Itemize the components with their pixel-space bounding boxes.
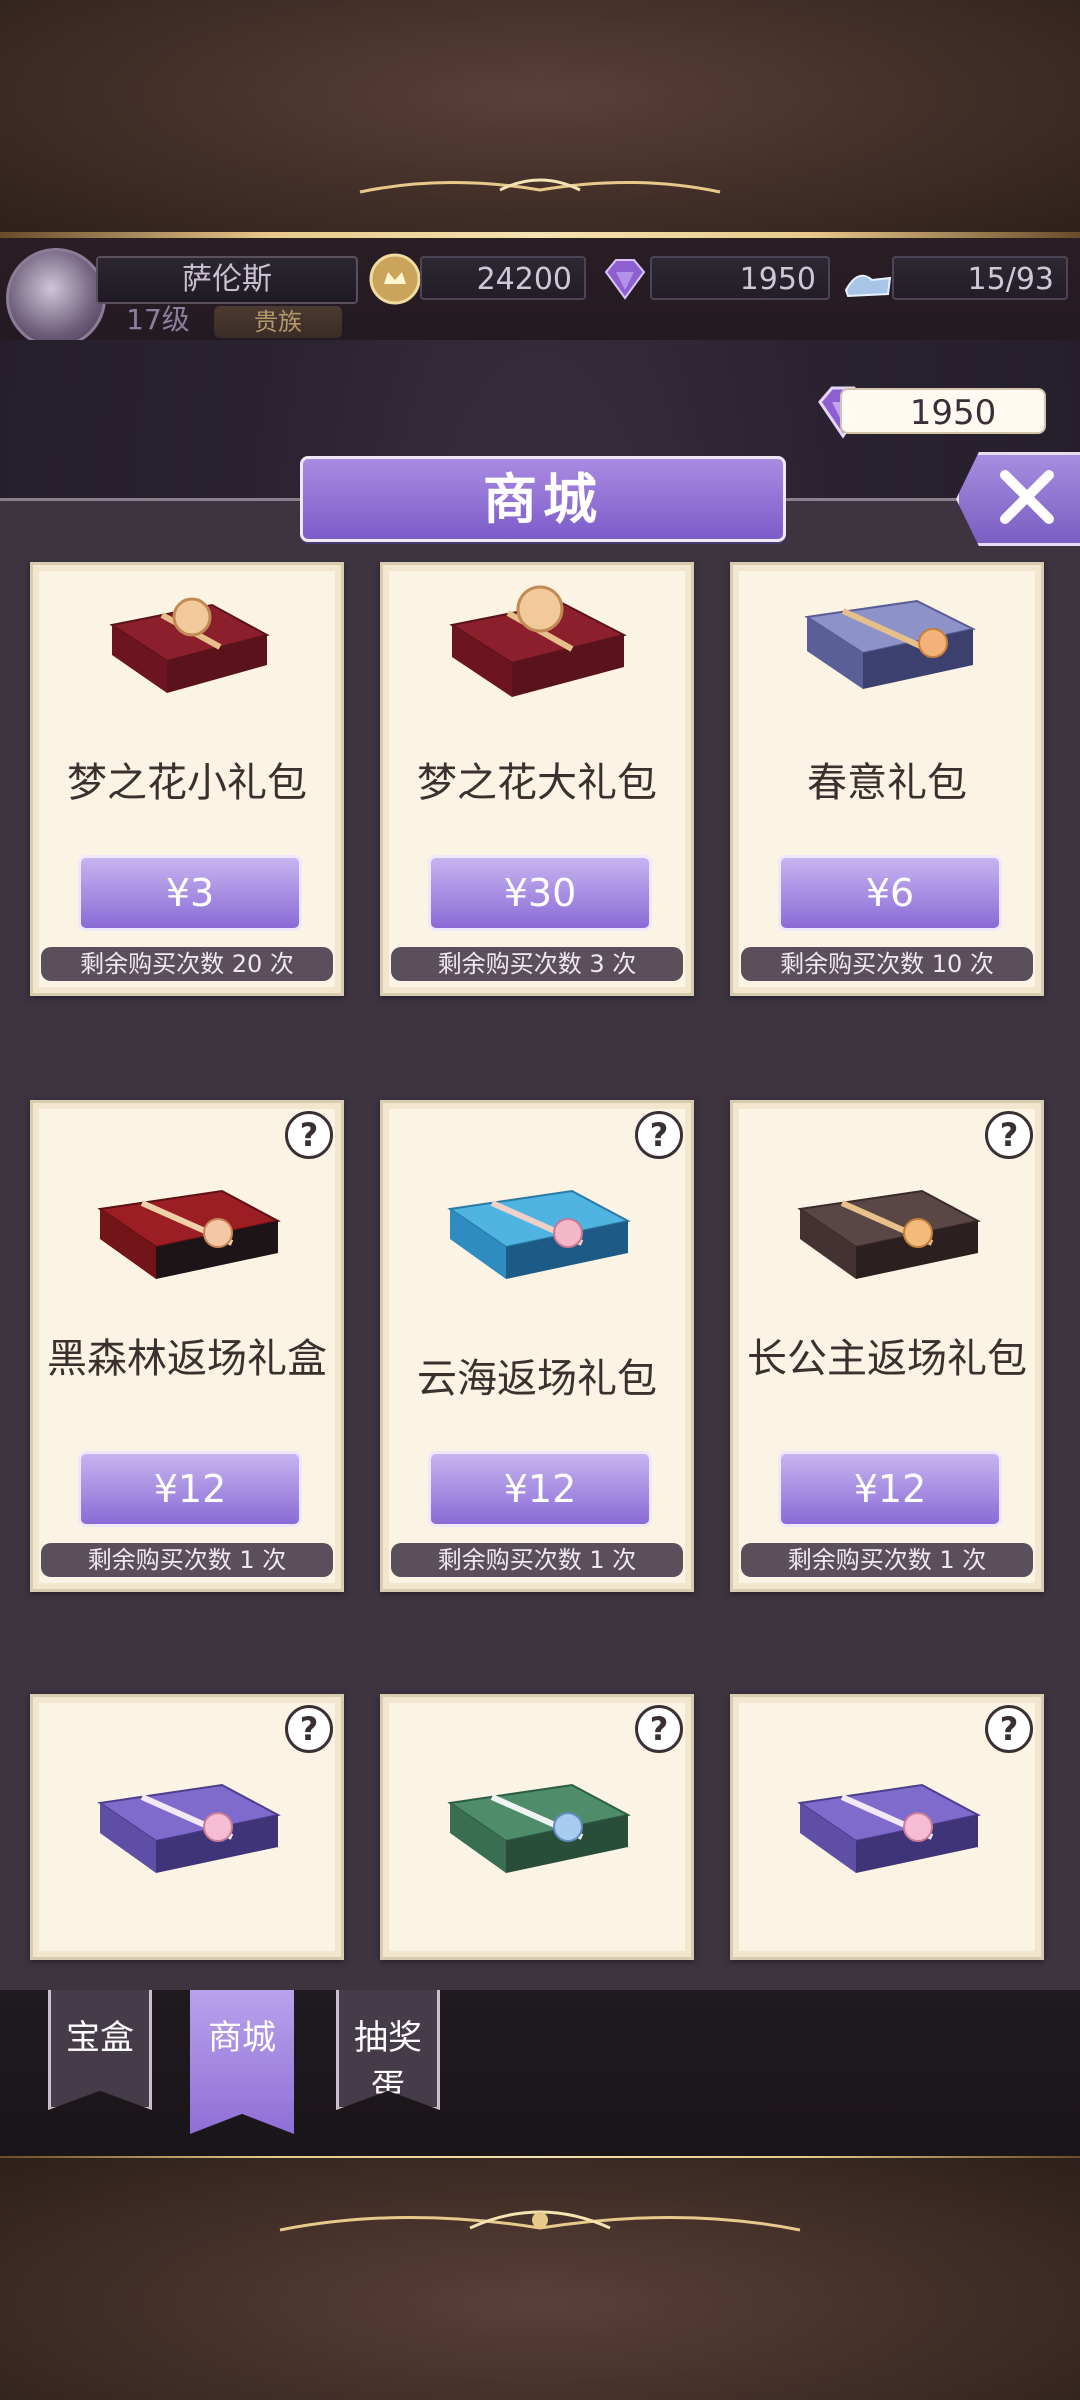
help-icon[interactable]: ? <box>285 1705 333 1753</box>
price-button[interactable]: ¥6 <box>778 855 1002 931</box>
gift-card-7[interactable]: ? <box>30 1694 344 1960</box>
card-title: 长公主返场礼包 <box>747 1336 1027 1382</box>
remain-count: 剩余购买次数 10 次 <box>741 947 1033 981</box>
green-gift-box-icon <box>447 1783 631 1873</box>
price-button[interactable]: ¥30 <box>428 855 652 931</box>
shop-title: 商城 <box>300 456 786 542</box>
bottom-tab-bar <box>0 1990 1080 2158</box>
remain-count: 剩余购买次数 1 次 <box>41 1543 333 1577</box>
help-icon[interactable]: ? <box>985 1111 1033 1159</box>
help-icon[interactable]: ? <box>635 1111 683 1159</box>
remain-count: 剩余购买次数 1 次 <box>741 1543 1033 1577</box>
price-button[interactable]: ¥12 <box>778 1451 1002 1527</box>
price-button[interactable]: ¥12 <box>78 1451 302 1527</box>
gem-counter-header: 1950 <box>650 256 830 300</box>
card-title: 黑森林返场礼盒 <box>47 1336 327 1382</box>
violet-gift-box-icon <box>797 1783 981 1873</box>
player-avatar[interactable] <box>6 248 106 348</box>
gift-card-5[interactable]: ? 云海返场礼包 ¥12 剩余购买次数 1 次 <box>380 1100 694 1592</box>
gift-card-1[interactable]: 梦之花小礼包 ¥3 剩余购买次数 20 次 <box>30 562 344 996</box>
top-decor-band <box>0 0 1080 238</box>
price-button[interactable]: ¥12 <box>428 1451 652 1527</box>
sky-blue-gift-box-icon <box>447 1189 631 1279</box>
player-rank-badge: 贵族 <box>214 306 342 338</box>
gift-card-3[interactable]: 春意礼包 ¥6 剩余购买次数 10 次 <box>730 562 1044 996</box>
red-gift-box-icon <box>449 585 627 697</box>
gold-coin-icon[interactable] <box>366 250 424 308</box>
gift-card-8[interactable]: ? <box>380 1694 694 1960</box>
tab-shop[interactable]: 商城 <box>190 1990 294 2134</box>
gift-card-6[interactable]: ? 长公主返场礼包 ¥12 剩余购买次数 1 次 <box>730 1100 1044 1592</box>
close-button[interactable] <box>956 452 1080 546</box>
player-name: 萨伦斯 <box>96 256 358 304</box>
red-gift-box-icon <box>109 597 270 693</box>
stamina-counter: 15/93 <box>892 256 1068 300</box>
purple-gem-icon[interactable] <box>596 250 654 308</box>
help-icon[interactable]: ? <box>285 1111 333 1159</box>
dark-red-gift-box-icon <box>97 1189 281 1279</box>
help-icon[interactable]: ? <box>985 1705 1033 1753</box>
remain-count: 剩余购买次数 20 次 <box>41 947 333 981</box>
bottom-decor-band <box>0 2158 1080 2400</box>
price-button[interactable]: ¥3 <box>78 855 302 931</box>
gold-ornament-icon <box>279 2210 801 2232</box>
close-icon <box>1000 470 1054 524</box>
gold-ornament-icon <box>359 178 721 194</box>
gold-counter: 24200 <box>420 256 586 300</box>
player-level: 17级 <box>126 303 190 336</box>
remain-count: 剩余购买次数 3 次 <box>391 947 683 981</box>
card-title: 云海返场礼包 <box>417 1356 657 1402</box>
card-title: 梦之花小礼包 <box>67 760 307 806</box>
gift-card-2[interactable]: 梦之花大礼包 ¥30 剩余购买次数 3 次 <box>380 562 694 996</box>
brown-gift-box-icon <box>797 1189 981 1279</box>
gift-card-9[interactable]: ? <box>730 1694 1044 1960</box>
blue-gift-box-icon <box>804 599 976 689</box>
crystal-shoe-icon[interactable] <box>838 250 896 308</box>
card-title: 梦之花大礼包 <box>417 760 657 806</box>
violet-gift-box-icon <box>97 1783 281 1873</box>
gem-balance: 1950 <box>840 388 1046 434</box>
help-icon[interactable]: ? <box>635 1705 683 1753</box>
card-title: 春意礼包 <box>807 760 967 806</box>
remain-count: 剩余购买次数 1 次 <box>391 1543 683 1577</box>
gift-card-4[interactable]: ? 黑森林返场礼盒 ¥12 剩余购买次数 1 次 <box>30 1100 344 1592</box>
